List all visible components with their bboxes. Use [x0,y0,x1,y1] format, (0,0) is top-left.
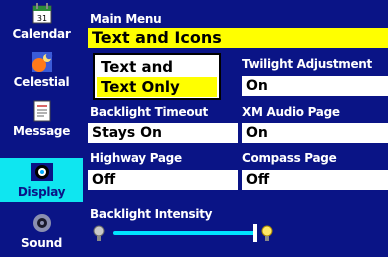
backlight-intensity-label: Backlight Intensity [90,207,213,221]
sidebar-item-label: Display [17,185,66,199]
sidebar-item-display[interactable]: Display [0,158,83,202]
bulb-dim-icon [93,225,105,241]
xm-audio-label: XM Audio Page [242,105,340,119]
highway-page-label: Highway Page [90,151,182,165]
xm-audio-field[interactable]: On [242,123,388,143]
compass-page-field[interactable]: Off [242,170,388,190]
dropdown-option-text-and-icons[interactable]: Text and Icons [97,57,217,96]
bulb-bright-icon [261,225,273,241]
twilight-label: Twilight Adjustment [242,57,372,71]
settings-panel: Main Menu Text and Icons Twilight Adjust… [85,0,388,257]
sidebar: 31 Calendar Celestial Message Display So… [0,0,83,257]
sidebar-item-label: Celestial [13,75,70,89]
highway-page-field[interactable]: Off [88,170,238,190]
dropdown-option-text-only[interactable]: Text Only [97,77,217,97]
svg-text:31: 31 [36,14,46,23]
sidebar-item-sound[interactable]: Sound [0,209,83,253]
sound-icon [32,214,51,232]
backlight-intensity-slider[interactable] [113,231,257,235]
compass-page-label: Compass Page [242,151,337,165]
main-menu-field[interactable]: Text and Icons [88,28,388,48]
celestial-icon [31,52,52,72]
sidebar-item-message[interactable]: Message [0,97,83,141]
backlight-timeout-field[interactable]: Stays On [88,123,238,143]
sidebar-item-label: Message [12,124,71,138]
sidebar-item-celestial[interactable]: Celestial [0,48,83,92]
twilight-field[interactable]: On [242,76,388,96]
calendar-icon: 31 [32,3,51,24]
main-menu-label: Main Menu [90,12,162,26]
sidebar-item-label: Sound [20,236,63,250]
message-icon [33,100,50,122]
backlight-timeout-label: Backlight Timeout [90,105,208,119]
menu-style-dropdown[interactable]: Text and Icons Text Only [93,53,221,100]
display-icon [30,163,53,181]
sidebar-item-label: Calendar [12,27,71,41]
slider-thumb[interactable] [253,224,257,242]
sidebar-item-calendar[interactable]: 31 Calendar [0,0,83,44]
